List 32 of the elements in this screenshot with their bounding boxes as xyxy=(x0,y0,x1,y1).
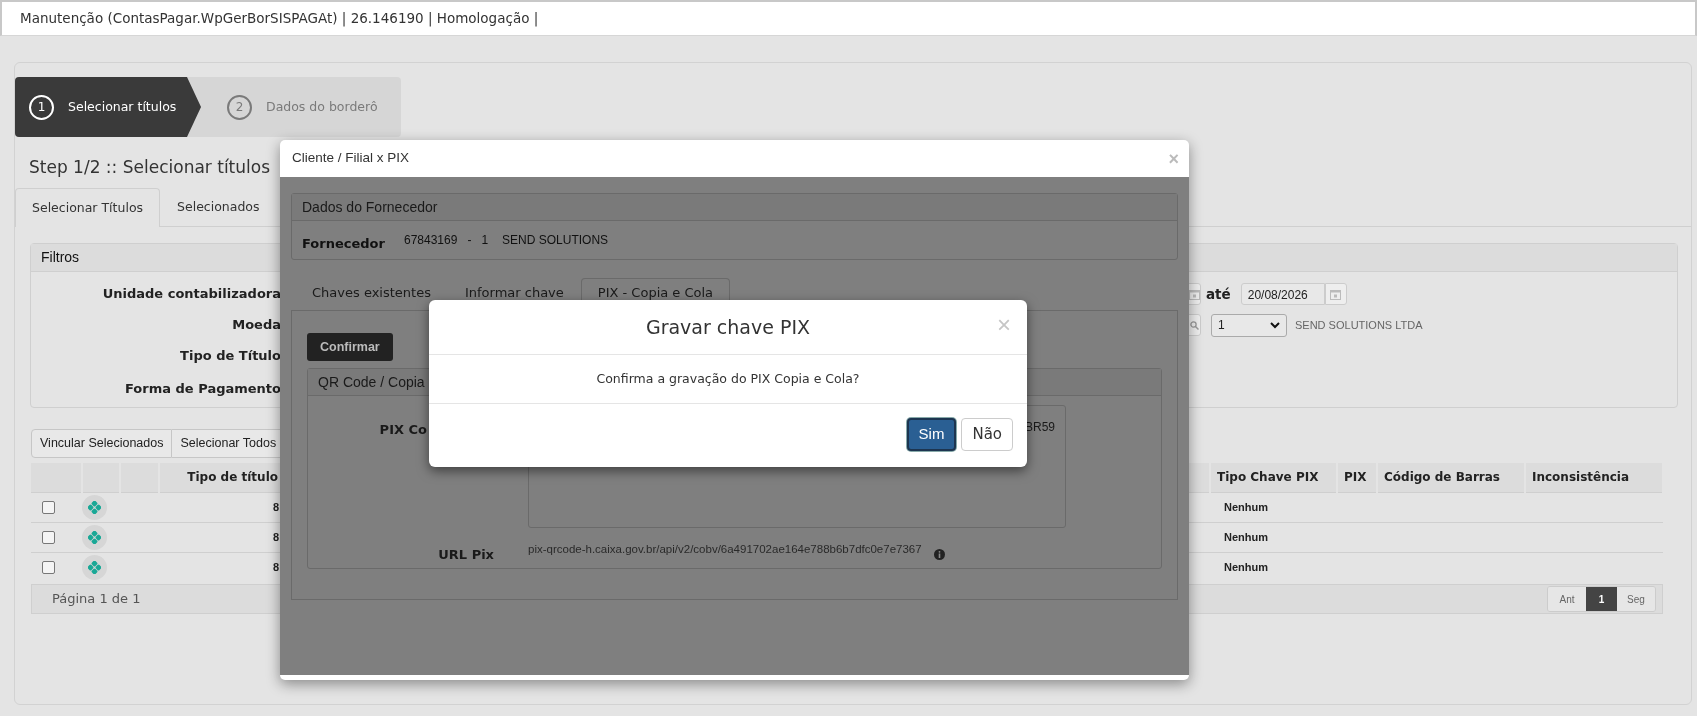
field-label: Tipo de Título xyxy=(179,347,281,366)
window-title: Manutenção (ContasPagar.WpGerBorSISPAGAt) | 26.146190 | Homologação | xyxy=(20,9,539,29)
column-header: Tipo Chave PIX xyxy=(1217,470,1319,485)
supplier-name: SEND SOLUTIONS LTDA xyxy=(1295,317,1423,333)
panel-title: Dados do Fornecedor xyxy=(292,194,1177,221)
modal-title: Cliente / Filial x PIX xyxy=(292,149,410,168)
page-info: Página 1 de 1 xyxy=(52,590,141,609)
dialog-title: Gravar chave PIX xyxy=(645,314,811,340)
field-label: Forma de Pagamento xyxy=(124,380,281,399)
url-text: pix-qrcode-h.caixa.gov.br/api/v2/cobv/6a491702ae164e788b6b7dfc0e7e7367 xyxy=(528,542,922,558)
table-cell: Nenhum xyxy=(1224,530,1268,543)
dialog-message: Confirma a gravação do PIX Copia e Cola? xyxy=(596,369,860,388)
step-number: 2 xyxy=(227,94,252,120)
field-label: PIX Co xyxy=(379,422,427,437)
table-cell: 8 xyxy=(272,530,279,543)
table-cell: Nenhum xyxy=(1224,561,1268,573)
field-label: até xyxy=(1206,284,1231,304)
select-value: 1 xyxy=(1218,317,1225,334)
table-cell: Nenhum xyxy=(1224,500,1268,513)
column-header: Tipo de título xyxy=(187,470,278,485)
field-label: Moeda xyxy=(231,316,281,335)
column-header: Código de Barras xyxy=(1384,470,1500,485)
column-header: Inconsistência xyxy=(1532,470,1630,485)
table-cell: 8 xyxy=(272,561,279,573)
step-label: Selecionar títulos xyxy=(68,97,177,116)
step-label: Dados do borderô xyxy=(266,97,378,116)
table-cell: 8 xyxy=(272,500,279,513)
step-number: 1 xyxy=(29,94,54,120)
page-heading: Step 1/2 :: Selecionar títulos xyxy=(29,156,271,179)
column-header: PIX xyxy=(1344,470,1367,485)
field-label: URL Pix xyxy=(438,547,494,562)
field-label: Unidade contabilizadora xyxy=(101,285,281,304)
